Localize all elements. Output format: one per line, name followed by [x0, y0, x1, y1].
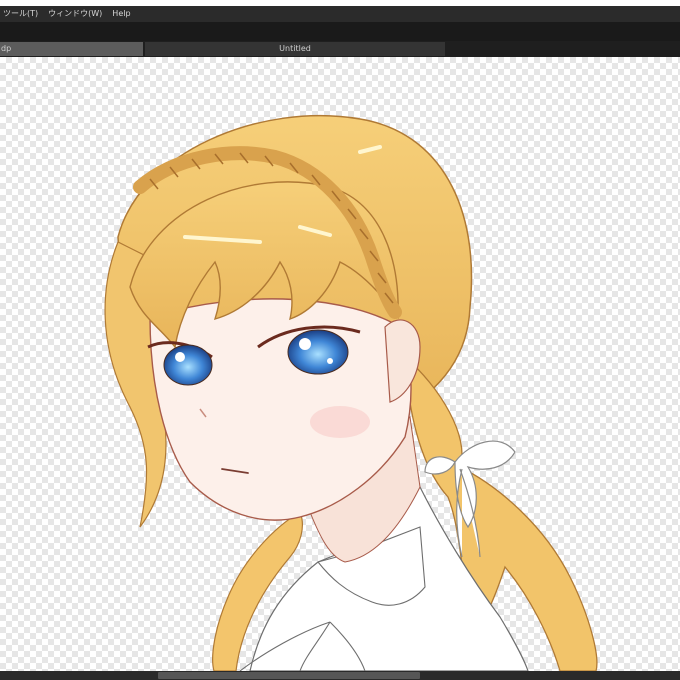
tab-dp-label: dp [1, 44, 12, 53]
scrollbar-thumb[interactable] [158, 672, 420, 679]
tab-untitled[interactable]: Untitled [145, 42, 445, 56]
menu-bar: ツール(T) ウィンドウ(W) Help [0, 6, 680, 22]
menu-window[interactable]: ウィンドウ(W) [43, 6, 107, 22]
tab-dp[interactable]: dp [0, 42, 143, 56]
horizontal-scrollbar[interactable] [0, 671, 680, 680]
left-eye-iris [163, 344, 213, 386]
document-tab-bar: dp Untitled [0, 41, 680, 57]
illustration [104, 115, 598, 671]
paint-app-window: ツール(T) ウィンドウ(W) Help dp Untitled [0, 0, 680, 680]
left-eye-highlight [175, 352, 185, 362]
menu-help[interactable]: Help [107, 6, 135, 22]
drawing-canvas[interactable] [0, 57, 680, 671]
right-eye-iris [287, 329, 349, 375]
menu-tools[interactable]: ツール(T) [0, 6, 43, 22]
tool-options-bar [0, 22, 680, 41]
right-eye-sparkle [327, 358, 333, 364]
tab-untitled-label: Untitled [279, 44, 311, 53]
right-eye-highlight [299, 338, 311, 350]
cheek-blush [310, 406, 370, 438]
